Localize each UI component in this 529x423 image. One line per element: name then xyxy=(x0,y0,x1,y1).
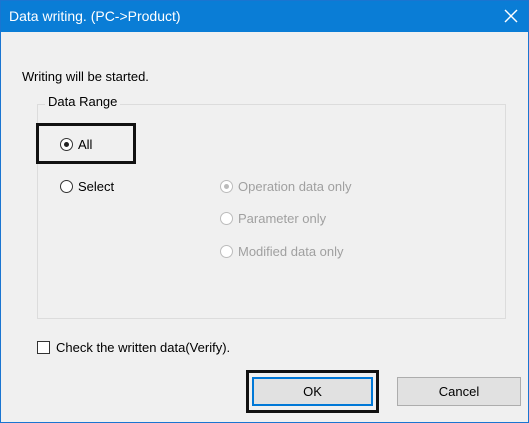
data-writing-dialog: Data writing. (PC->Product) Writing will… xyxy=(0,0,529,423)
verify-checkbox-row[interactable]: Check the written data(Verify). xyxy=(37,340,230,355)
radio-parameter-only-label: Parameter only xyxy=(238,211,327,226)
radio-modified-data-only-label: Modified data only xyxy=(238,244,344,259)
radio-all-label: All xyxy=(78,137,93,152)
verify-checkbox-label: Check the written data(Verify). xyxy=(56,340,231,355)
data-range-label: Data Range xyxy=(45,94,121,109)
radio-parameter-only-indicator[interactable] xyxy=(220,212,233,225)
radio-select[interactable]: Select xyxy=(60,179,114,194)
radio-modified-data-only-indicator[interactable] xyxy=(220,245,233,258)
title-bar[interactable]: Data writing. (PC->Product) xyxy=(1,1,528,32)
radio-operation-data-only-indicator[interactable] xyxy=(220,180,233,193)
radio-select-label: Select xyxy=(78,179,115,194)
close-icon[interactable] xyxy=(500,5,522,27)
radio-modified-data-only[interactable]: Modified data only xyxy=(220,244,344,259)
ok-button[interactable]: OK xyxy=(252,377,373,406)
radio-parameter-only[interactable]: Parameter only xyxy=(220,211,326,226)
cancel-button[interactable]: Cancel xyxy=(397,377,521,406)
radio-select-indicator[interactable] xyxy=(60,180,73,193)
radio-all[interactable]: All xyxy=(60,137,92,152)
message-text: Writing will be started. xyxy=(22,69,149,84)
window-title: Data writing. (PC->Product) xyxy=(9,8,181,24)
radio-all-indicator[interactable] xyxy=(60,138,73,151)
radio-operation-data-only[interactable]: Operation data only xyxy=(220,179,351,194)
verify-checkbox[interactable] xyxy=(37,341,50,354)
radio-operation-data-only-label: Operation data only xyxy=(238,179,352,194)
